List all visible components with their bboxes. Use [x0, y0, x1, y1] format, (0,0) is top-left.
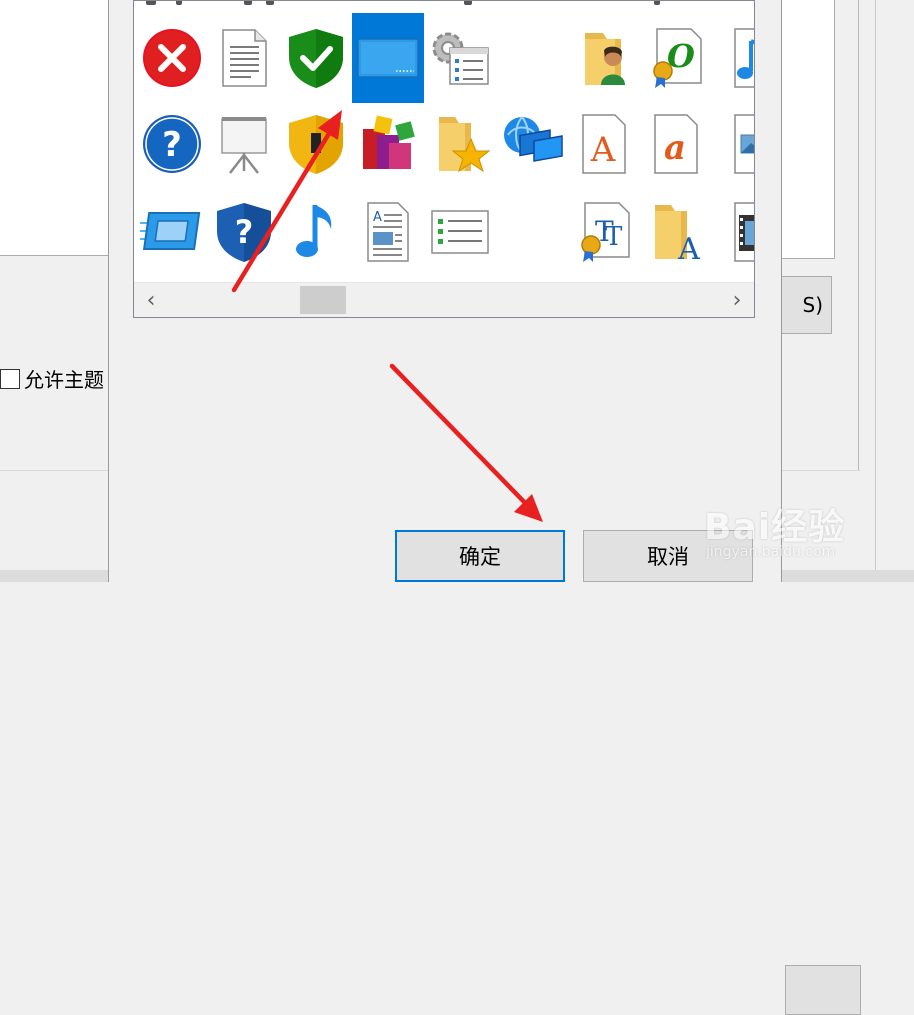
font-italic-a-icon[interactable]: a — [640, 99, 712, 189]
horizontal-scrollbar[interactable]: ‹ › — [134, 282, 754, 317]
font-a-icon[interactable]: A — [568, 99, 640, 189]
svg-text:T: T — [605, 222, 623, 252]
blank-monitor-icon[interactable] — [352, 13, 424, 103]
truetype-font-icon[interactable]: TT — [568, 187, 640, 277]
icon-list[interactable]: O ? A a ? A T T A ‹ › — [133, 0, 755, 318]
fonts-folder-icon[interactable]: A — [640, 187, 712, 277]
cancel-button-label: 取消 — [647, 545, 689, 569]
favorites-folder-icon[interactable] — [424, 99, 496, 189]
svg-text:a: a — [664, 128, 686, 168]
ok-button-label: 确定 — [459, 545, 501, 569]
yellow-shield-icon[interactable] — [280, 99, 352, 189]
parent-list-box[interactable] — [0, 0, 111, 256]
watermark-url: jingyan.baidu.com — [706, 544, 836, 560]
ok-button[interactable]: 确定 — [395, 530, 565, 582]
display-settings-icon[interactable] — [136, 187, 208, 277]
error-x-icon[interactable] — [136, 13, 208, 103]
svg-text:A: A — [677, 232, 700, 267]
svg-text:A: A — [590, 130, 616, 170]
baidu-jingyan-watermark: Bai经验 jingyan.baidu.com — [700, 488, 900, 568]
blue-shield-question-icon[interactable]: ? — [208, 187, 280, 277]
allow-theme-checkbox[interactable] — [0, 368, 20, 389]
scrollbar-thumb[interactable] — [300, 286, 346, 314]
user-folder-icon[interactable] — [568, 13, 640, 103]
allow-theme-checkbox-row[interactable]: 允许主题 — [0, 364, 104, 393]
svg-text:?: ? — [235, 213, 254, 251]
svg-text:?: ? — [162, 125, 182, 165]
image-document-icon[interactable] — [712, 99, 754, 189]
article-document-icon[interactable]: A — [352, 187, 424, 277]
green-shield-check-icon[interactable] — [280, 13, 352, 103]
scroll-left-arrow-icon[interactable]: ‹ — [134, 283, 168, 317]
help-question-icon[interactable]: ? — [136, 99, 208, 189]
scroll-right-arrow-icon[interactable]: › — [720, 283, 754, 317]
change-icon-dialog: O ? A a ? A T T A ‹ › 确定 取消 — [108, 0, 782, 582]
music-note-icon[interactable] — [712, 13, 754, 103]
previous-row-fragments — [134, 1, 754, 7]
film-strip-icon[interactable] — [712, 187, 754, 277]
text-document-icon[interactable] — [208, 13, 280, 103]
app-blocks-icon[interactable] — [352, 99, 424, 189]
network-globe-icon[interactable] — [496, 99, 568, 189]
settings-checklist-icon[interactable] — [424, 13, 496, 103]
svg-text:A: A — [373, 210, 382, 225]
parent-dialog-border — [858, 0, 859, 470]
allow-theme-checkbox-label: 允许主题 — [24, 368, 104, 392]
parent-side-button-label: S) — [802, 293, 824, 317]
certified-font-icon[interactable]: O — [640, 13, 712, 103]
parent-bottom-button[interactable] — [785, 965, 861, 1015]
projector-screen-icon[interactable] — [208, 99, 280, 189]
watermark-brand: Bai经验 — [704, 507, 846, 548]
blue-music-note-icon[interactable] — [280, 187, 352, 277]
list-document-icon[interactable] — [424, 187, 496, 277]
